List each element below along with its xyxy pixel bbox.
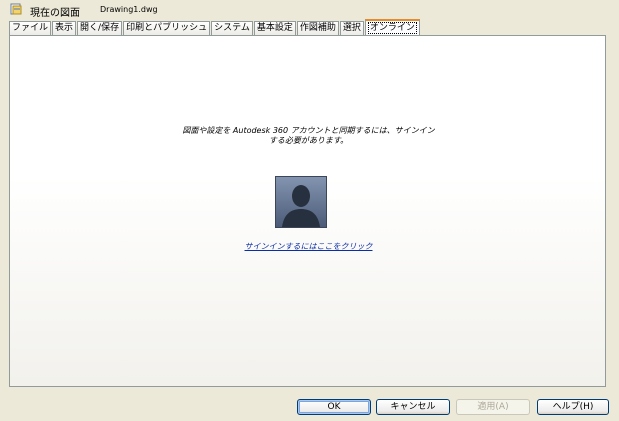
tab-selection[interactable]: 選択 — [339, 21, 364, 35]
tab-label: オンライン — [367, 22, 417, 34]
drawing-file-icon — [10, 3, 23, 15]
tab-files[interactable]: ファイル — [9, 21, 52, 35]
tab-open-save[interactable]: 開く/保存 — [77, 21, 123, 35]
tab-label: 作図補助 — [299, 23, 336, 33]
signin-link[interactable]: サインインするにはここをクリック — [10, 241, 607, 252]
options-tabstrip: ファイル 表示 開く/保存 印刷とパブリッシュ システム 基本設定 作図補助 選… — [9, 18, 421, 36]
tab-label: 選択 — [342, 23, 361, 33]
tab-user-preferences[interactable]: 基本設定 — [253, 21, 296, 35]
signin-message: 図面や設定を Autodesk 360 アカウントと同期するには、サインイン す… — [10, 126, 607, 146]
tab-label: システム — [214, 23, 250, 33]
tab-plot-publish[interactable]: 印刷とパブリッシュ — [123, 21, 211, 35]
current-drawing-label: 現在の図面 — [30, 8, 80, 19]
tab-label: 表示 — [55, 23, 74, 33]
signin-message-line2: する必要があります。 — [268, 136, 349, 145]
ok-button[interactable]: OK — [297, 399, 371, 415]
tab-drafting[interactable]: 作図補助 — [296, 21, 339, 35]
options-header: 現在の図面 Drawing1.dwg — [0, 0, 619, 19]
cancel-button[interactable]: キャンセル — [376, 399, 450, 415]
help-button[interactable]: ヘルプ(H) — [537, 399, 609, 415]
signin-message-line1: 図面や設定を Autodesk 360 アカウントと同期するには、サインイン — [182, 126, 435, 135]
tab-online[interactable]: オンライン — [364, 19, 420, 36]
tab-label: ファイル — [12, 23, 49, 33]
online-tab-panel: 図面や設定を Autodesk 360 アカウントと同期するには、サインイン す… — [9, 35, 606, 387]
user-avatar-icon — [275, 176, 327, 228]
tab-label: 基本設定 — [256, 23, 293, 33]
tab-label: 印刷とパブリッシュ — [126, 23, 208, 33]
apply-button[interactable]: 適用(A) — [456, 399, 530, 415]
tab-display[interactable]: 表示 — [52, 21, 77, 35]
tab-label: 開く/保存 — [80, 23, 120, 33]
tab-system[interactable]: システム — [211, 21, 253, 35]
current-drawing-filename: Drawing1.dwg — [100, 5, 158, 14]
